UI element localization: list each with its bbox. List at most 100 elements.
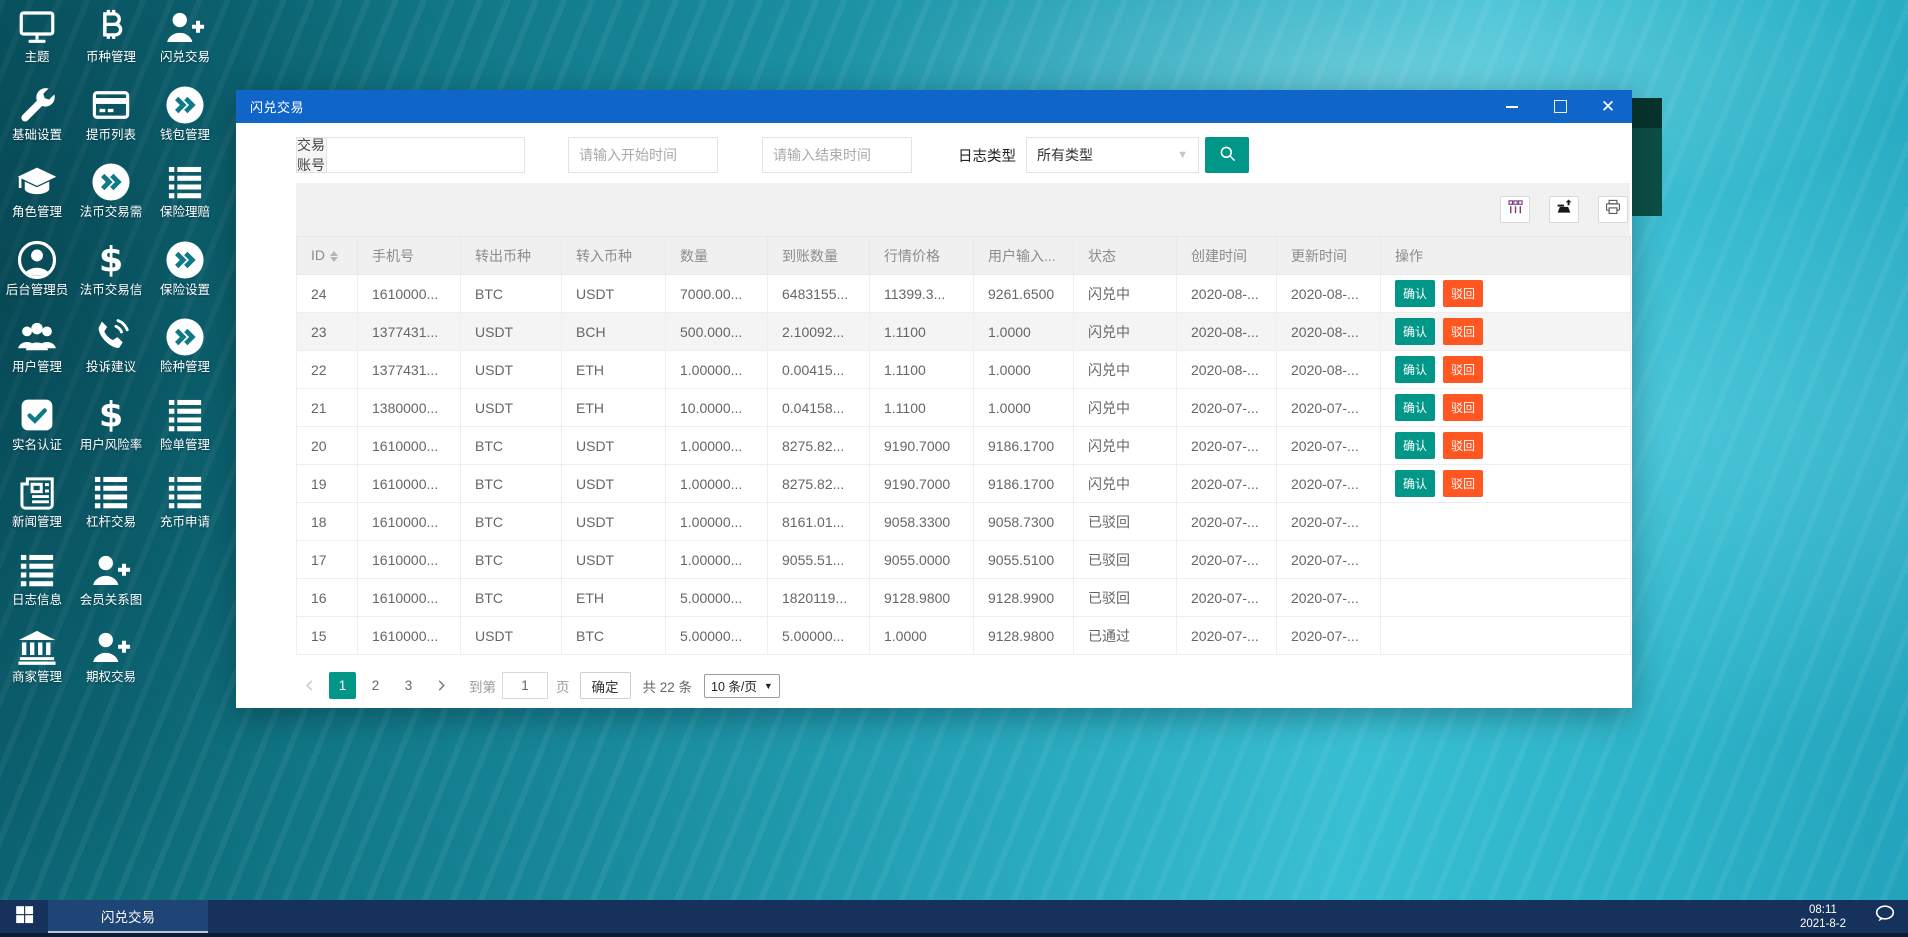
desktop-icon-8[interactable]: 保险理赔	[148, 159, 222, 233]
bitcoin-icon	[74, 6, 148, 48]
cell-actions: 确认 驳回	[1380, 274, 1631, 313]
desktop-icon-22[interactable]: 会员关系图	[74, 547, 148, 621]
desktop-icon-3[interactable]: 基础设置	[0, 82, 74, 156]
desktop-icon-label: 实名认证	[11, 437, 62, 452]
cell-received: 2.10092...	[767, 312, 870, 351]
desktop-icon-16[interactable]: $ 用户风险率	[74, 392, 148, 466]
credit-card-icon	[74, 84, 148, 126]
desktop-icon-20[interactable]: 充币申请	[148, 469, 222, 543]
desktop-icon-11[interactable]: 保险设置	[148, 237, 222, 311]
exchange-circle-icon	[148, 239, 222, 281]
desktop-icon-17[interactable]: 险单管理	[148, 392, 222, 466]
desktop-icon-label: 法币交易需	[79, 205, 143, 219]
goto-page-input[interactable]	[502, 672, 548, 699]
cell-received: 8275.82...	[767, 426, 870, 465]
desktop-icon-24[interactable]: 期权交易	[74, 624, 148, 698]
cell-status: 已驳回	[1073, 502, 1177, 541]
confirm-button[interactable]: 确认	[1395, 394, 1436, 421]
search-button[interactable]	[1205, 137, 1249, 173]
per-page-select[interactable]: 10 条/页 ▼	[704, 673, 780, 698]
log-type-select[interactable]: 所有类型 ▼	[1026, 137, 1199, 173]
goto-label: 到第	[469, 679, 496, 695]
desktop-icon-1[interactable]: 币种管理	[74, 4, 148, 78]
prev-page-icon[interactable]	[296, 672, 323, 699]
column-header-0[interactable]: ID	[296, 236, 358, 275]
desktop-icon-5[interactable]: 钱包管理	[148, 82, 222, 156]
page-button-2[interactable]: 2	[362, 672, 389, 699]
phone-volume-icon	[74, 316, 148, 358]
cell-phone: 1610000...	[357, 464, 461, 503]
window-body: 交易账号 日志类型 所有类型 ▼ ID手机号转出币种转入币种数量到账数量行情价格…	[236, 123, 1632, 708]
page-button-1[interactable]: 1	[329, 672, 356, 699]
desktop-icon-9[interactable]: 后台管理员	[0, 237, 74, 311]
cell-price: 9190.7000	[869, 426, 974, 465]
confirm-button[interactable]: 确认	[1395, 280, 1436, 307]
windows-logo-icon	[14, 904, 35, 930]
desktop-icon-14[interactable]: 险种管理	[148, 314, 222, 388]
desktop-icon-18[interactable]: 新闻管理	[0, 469, 74, 543]
start-button[interactable]	[0, 900, 48, 933]
reject-button[interactable]: 驳回	[1443, 470, 1484, 497]
next-page-icon[interactable]	[428, 672, 455, 699]
desktop-icon-13[interactable]: 投诉建议	[74, 314, 148, 388]
confirm-button[interactable]: 确认	[1395, 318, 1436, 345]
desktop-icon-23[interactable]: 商家管理	[0, 624, 74, 698]
taskbar-task-flash-exchange[interactable]: 闪兑交易	[48, 900, 208, 933]
start-time-input[interactable]	[568, 137, 718, 173]
desktop-icon-19[interactable]: 杠杆交易	[74, 469, 148, 543]
minimize-icon[interactable]	[1488, 90, 1536, 123]
desktop-icon-6[interactable]: 角色管理	[0, 159, 74, 233]
page-button-3[interactable]: 3	[395, 672, 422, 699]
desktop-icon-2[interactable]: 闪兑交易	[148, 4, 222, 78]
close-icon[interactable]: ✕	[1584, 90, 1632, 123]
taskbar-clock[interactable]: 08:11 2021-8-2	[1800, 903, 1862, 931]
maximize-icon[interactable]	[1536, 90, 1584, 123]
cell-from_coin: BTC	[460, 274, 562, 313]
cell-received: 0.00415...	[767, 350, 870, 389]
desktop-icon-15[interactable]: 实名认证	[0, 392, 74, 466]
cell-status: 闪兑中	[1073, 464, 1177, 503]
cell-amount: 10.0000...	[665, 388, 768, 427]
desktop-icon-12[interactable]: 用户管理	[0, 314, 74, 388]
table-row: 20 1610000... BTC USDT 1.00000... 8275.82... 9…	[296, 426, 1631, 465]
account-input[interactable]	[327, 138, 524, 172]
desktop-icon-21[interactable]: 日志信息	[0, 547, 74, 621]
svg-text:$: $	[99, 240, 123, 280]
confirm-button[interactable]: 确认	[1395, 470, 1436, 497]
reject-button[interactable]: 驳回	[1443, 318, 1484, 345]
cell-price: 9128.9800	[869, 578, 974, 617]
desktop-icon-7[interactable]: 法币交易需	[74, 159, 148, 233]
confirm-button[interactable]: 确认	[1395, 432, 1436, 459]
print-icon	[1604, 198, 1622, 221]
cell-phone: 1610000...	[357, 616, 461, 655]
cell-updated: 2020-07-...	[1276, 502, 1381, 541]
reject-button[interactable]: 驳回	[1443, 394, 1484, 421]
cell-from_coin: BTC	[460, 578, 562, 617]
desktop-icon-label: 投诉建议	[85, 360, 136, 374]
desktop-icon-0[interactable]: 主题	[0, 4, 74, 78]
cell-updated: 2020-08-...	[1276, 312, 1381, 351]
end-time-input[interactable]	[762, 137, 912, 173]
cell-price: 11399.3...	[869, 274, 974, 313]
goto-confirm-button[interactable]: 确定	[579, 672, 631, 699]
print-button[interactable]	[1598, 196, 1628, 223]
desktop-icon-label: 会员关系图	[79, 592, 143, 607]
reject-button[interactable]: 驳回	[1443, 280, 1484, 307]
cell-actions	[1380, 540, 1631, 579]
window-titlebar[interactable]: 闪兑交易 ✕	[236, 90, 1632, 123]
cell-received: 6483155...	[767, 274, 870, 313]
cell-to_coin: ETH	[561, 578, 666, 617]
cell-status: 闪兑中	[1073, 274, 1177, 313]
desktop-icon-4[interactable]: 提币列表	[74, 82, 148, 156]
chat-button[interactable]	[1862, 902, 1908, 931]
export-button[interactable]	[1549, 196, 1579, 223]
reject-button[interactable]: 驳回	[1443, 432, 1484, 459]
cell-from_coin: USDT	[460, 616, 562, 655]
columns-button[interactable]	[1500, 196, 1530, 223]
desktop-icon-label: 险种管理	[159, 360, 210, 374]
account-label: 交易账号	[297, 137, 327, 173]
cell-amount: 1.00000...	[665, 426, 768, 465]
confirm-button[interactable]: 确认	[1395, 356, 1436, 383]
desktop-icon-10[interactable]: $ 法币交易信	[74, 237, 148, 311]
reject-button[interactable]: 驳回	[1443, 356, 1484, 383]
